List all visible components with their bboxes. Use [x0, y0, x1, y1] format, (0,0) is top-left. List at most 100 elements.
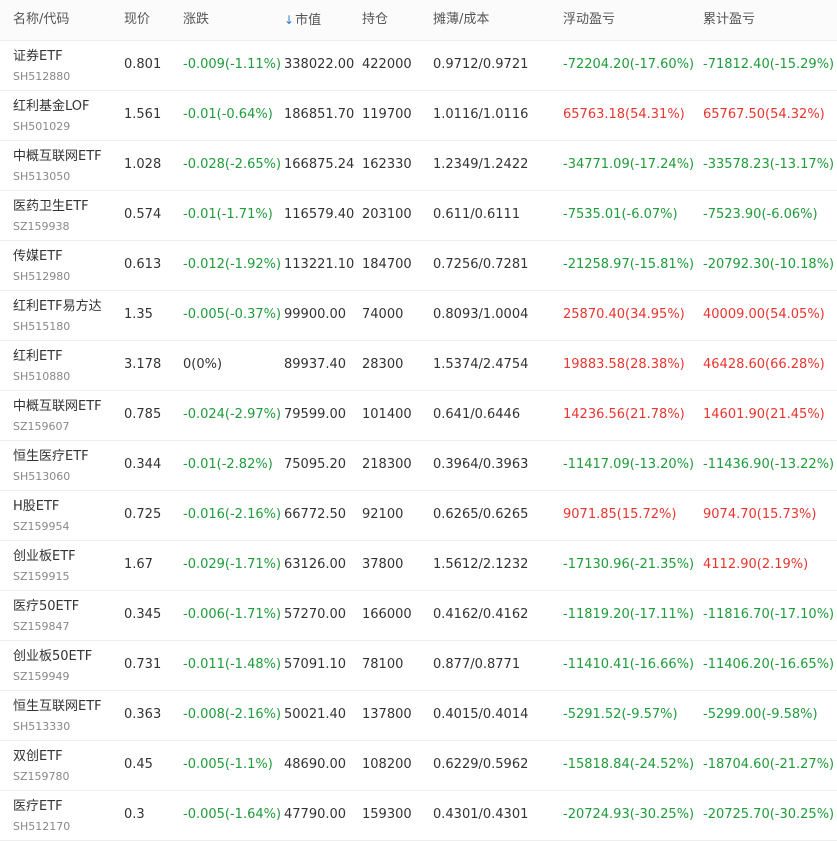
table-row[interactable]: 中概互联网ETF SZ159607 0.785 -0.024(-2.97%) 79599…: [0, 391, 837, 441]
table-row[interactable]: 证券ETF SH512880 0.801 -0.009(-1.11%) 338022.0…: [0, 41, 837, 91]
position-cell: 108200: [362, 757, 412, 772]
cost-cell: 0.877/0.8771: [433, 657, 521, 672]
table-row[interactable]: 红利ETF SH510880 3.178 0(0%) 89937.40 28300 1.53…: [0, 341, 837, 391]
position-cell: 78100: [362, 657, 404, 672]
market-value-cell: 338022.00: [284, 57, 355, 72]
price-cell: 0.785: [124, 407, 162, 422]
change-cell: -0.01(-2.82%): [183, 457, 273, 472]
fund-name: 红利ETF: [13, 349, 63, 364]
header-total-pnl[interactable]: 累计盈亏: [703, 12, 755, 28]
market-value-cell: 48690.00: [284, 757, 347, 772]
price-cell: 0.344: [124, 457, 162, 472]
position-cell: 184700: [362, 257, 412, 272]
float-pnl-cell: 9071.85(15.72%): [563, 507, 677, 522]
market-value-cell: 57091.10: [284, 657, 347, 672]
float-pnl-cell: -11410.41(-16.66%): [563, 657, 695, 672]
position-cell: 119700: [362, 107, 412, 122]
fund-name: 创业板50ETF: [13, 649, 93, 664]
position-cell: 166000: [362, 607, 412, 622]
price-cell: 0.45: [124, 757, 153, 772]
fund-name: 恒生医疗ETF: [13, 449, 89, 464]
float-pnl-cell: 14236.56(21.78%): [563, 407, 685, 422]
market-value-cell: 50021.40: [284, 707, 347, 722]
position-cell: 218300: [362, 457, 412, 472]
change-cell: -0.005(-1.1%): [183, 757, 273, 772]
fund-name: 医疗50ETF: [13, 599, 80, 614]
table-row[interactable]: 红利基金LOF SH501029 1.561 -0.01(-0.64%) 186851.…: [0, 91, 837, 141]
fund-code: SH512980: [13, 270, 71, 283]
change-cell: -0.029(-1.71%): [183, 557, 282, 572]
position-cell: 37800: [362, 557, 404, 572]
header-position[interactable]: 持仓: [362, 12, 388, 28]
price-cell: 0.574: [124, 207, 162, 222]
fund-name: 红利ETF易方达: [13, 299, 102, 314]
cost-cell: 0.3964/0.3963: [433, 457, 529, 472]
price-cell: 0.725: [124, 507, 162, 522]
market-value-cell: 47790.00: [284, 807, 347, 822]
float-pnl-cell: 25870.40(34.95%): [563, 307, 685, 322]
table-row[interactable]: H股ETF SZ159954 0.725 -0.016(-2.16%) 66772.50…: [0, 491, 837, 541]
market-value-cell: 79599.00: [284, 407, 347, 422]
float-pnl-cell: -7535.01(-6.07%): [563, 207, 678, 222]
market-value-cell: 66772.50: [284, 507, 347, 522]
cost-cell: 1.5374/2.4754: [433, 357, 529, 372]
fund-code: SH513060: [13, 470, 71, 483]
position-cell: 422000: [362, 57, 412, 72]
price-cell: 1.028: [124, 157, 162, 172]
total-pnl-cell: -71812.40(-15.29%): [703, 57, 835, 72]
position-cell: 162330: [362, 157, 412, 172]
position-cell: 159300: [362, 807, 412, 822]
table-row[interactable]: 双创ETF SZ159780 0.45 -0.005(-1.1%) 48690.00 10…: [0, 741, 837, 791]
total-pnl-cell: -11816.70(-17.10%): [703, 607, 835, 622]
float-pnl-cell: 19883.58(28.38%): [563, 357, 685, 372]
cost-cell: 1.5612/2.1232: [433, 557, 529, 572]
price-cell: 0.363: [124, 707, 162, 722]
table-row[interactable]: 恒生医疗ETF SH513060 0.344 -0.01(-2.82%) 75095.2…: [0, 441, 837, 491]
price-cell: 0.613: [124, 257, 162, 272]
header-price[interactable]: 现价: [124, 12, 150, 28]
total-pnl-cell: 14601.90(21.45%): [703, 407, 825, 422]
header-name-code[interactable]: 名称/代码: [13, 12, 69, 28]
table-row[interactable]: 传媒ETF SH512980 0.613 -0.012(-1.92%) 113221.1…: [0, 241, 837, 291]
market-value-cell: 75095.20: [284, 457, 347, 472]
fund-code: SZ159915: [13, 570, 70, 583]
price-cell: 0.345: [124, 607, 162, 622]
total-pnl-cell: 4112.90(2.19%): [703, 557, 809, 572]
position-cell: 74000: [362, 307, 404, 322]
table-row[interactable]: 医药卫生ETF SZ159938 0.574 -0.01(-1.71%) 116579.…: [0, 191, 837, 241]
table-row[interactable]: 红利ETF易方达 SH515180 1.35 -0.005(-0.37%) 99900.…: [0, 291, 837, 341]
header-cost[interactable]: 摊薄/成本: [433, 12, 489, 28]
cost-cell: 0.611/0.6111: [433, 207, 521, 222]
table-row[interactable]: 创业板50ETF SZ159949 0.731 -0.011(-1.48%) 57091…: [0, 641, 837, 691]
market-value-cell: 63126.00: [284, 557, 347, 572]
cost-cell: 0.6229/0.5962: [433, 757, 529, 772]
market-value-cell: 99900.00: [284, 307, 347, 322]
position-cell: 101400: [362, 407, 412, 422]
price-cell: 1.67: [124, 557, 153, 572]
fund-name: 传媒ETF: [13, 249, 63, 264]
change-cell: -0.01(-1.71%): [183, 207, 273, 222]
sort-desc-icon: ↓: [284, 13, 295, 27]
cost-cell: 0.7256/0.7281: [433, 257, 529, 272]
table-row[interactable]: 创业板ETF SZ159915 1.67 -0.029(-1.71%) 63126.00…: [0, 541, 837, 591]
holdings-table: 名称/代码 现价 涨跌 ↓市值 持仓 摊薄/成本 浮动盈亏 累计盈亏 证券ETF…: [0, 0, 837, 841]
table-row[interactable]: 医疗ETF SH512170 0.3 -0.005(-1.64%) 47790.00 15…: [0, 791, 837, 841]
fund-name: 中概互联网ETF: [13, 149, 102, 164]
table-row[interactable]: 医疗50ETF SZ159847 0.345 -0.006(-1.71%) 57270.…: [0, 591, 837, 641]
table-header: 名称/代码 现价 涨跌 ↓市值 持仓 摊薄/成本 浮动盈亏 累计盈亏: [0, 0, 837, 41]
fund-name: 双创ETF: [13, 749, 63, 764]
header-market-value[interactable]: ↓市值: [284, 12, 321, 29]
table-row[interactable]: 恒生互联网ETF SH513330 0.363 -0.008(-2.16%) 50021…: [0, 691, 837, 741]
header-float-pnl[interactable]: 浮动盈亏: [563, 12, 615, 28]
header-change[interactable]: 涨跌: [183, 12, 209, 28]
float-pnl-cell: -20724.93(-30.25%): [563, 807, 695, 822]
fund-code: SH510880: [13, 370, 71, 383]
total-pnl-cell: 65767.50(54.32%): [703, 107, 825, 122]
total-pnl-cell: -20792.30(-10.18%): [703, 257, 835, 272]
float-pnl-cell: -15818.84(-24.52%): [563, 757, 695, 772]
total-pnl-cell: -11406.20(-16.65%): [703, 657, 835, 672]
table-row[interactable]: 中概互联网ETF SH513050 1.028 -0.028(-2.65%) 16687…: [0, 141, 837, 191]
table-body: 证券ETF SH512880 0.801 -0.009(-1.11%) 338022.0…: [0, 41, 837, 841]
fund-code: SH513330: [13, 720, 71, 733]
change-cell: -0.024(-2.97%): [183, 407, 282, 422]
